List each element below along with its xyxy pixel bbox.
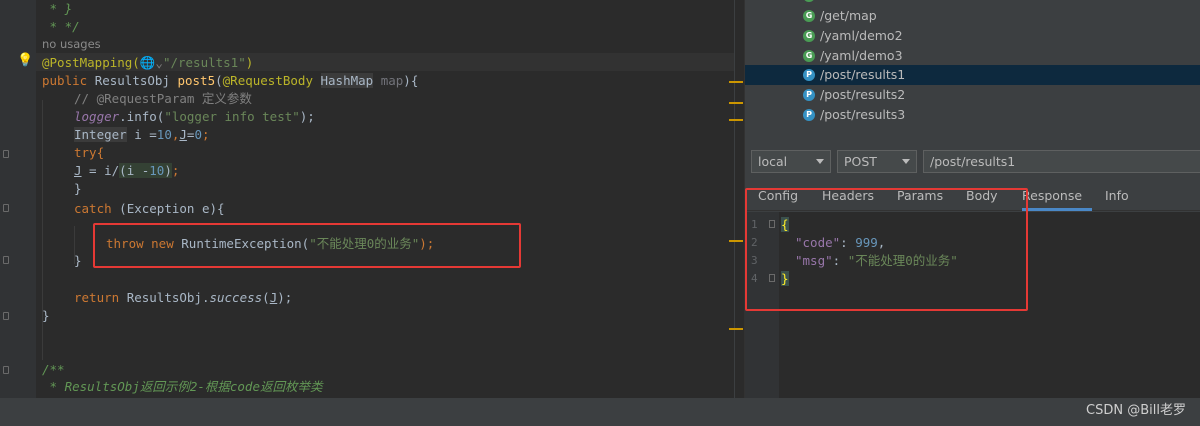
- endpoint-path: /post/results1: [820, 67, 906, 82]
- url-value: /post/results1: [930, 154, 1016, 169]
- url-input[interactable]: /post/results1: [923, 150, 1200, 173]
- tab-info[interactable]: Info: [1105, 183, 1129, 211]
- scroll-mark[interactable]: [729, 102, 743, 104]
- code-line: logger.info("logger info test");: [74, 109, 315, 124]
- method-value: POST: [844, 154, 877, 169]
- code-line: * }: [42, 1, 73, 16]
- code-editor[interactable]: 💡 * } * */ no usages @PostMapping(🌐⌄"/re…: [0, 0, 744, 398]
- fold-marker[interactable]: [3, 256, 9, 264]
- endpoint-item-selected[interactable]: P /post/results1: [745, 65, 1200, 85]
- chevron-down-icon: [816, 159, 824, 164]
- scroll-mark[interactable]: [729, 240, 743, 242]
- globe-icon: 🌐: [139, 55, 156, 70]
- post-method-icon: P: [803, 109, 815, 121]
- post-method-icon: P: [803, 69, 815, 81]
- endpoint-item[interactable]: G /yaml/demo2: [745, 26, 1200, 46]
- watermark: CSDN @Bill老罗: [1086, 403, 1186, 418]
- scroll-mark[interactable]: [729, 328, 743, 330]
- editor-scrollbar[interactable]: [734, 0, 744, 398]
- endpoint-path: /yaml/demo2: [820, 28, 903, 43]
- code-line: }: [74, 181, 82, 196]
- highlight-box: [745, 188, 1028, 311]
- fold-marker[interactable]: [3, 366, 9, 374]
- code-line: return ResultsObj.success(J);: [74, 290, 293, 305]
- endpoint-item[interactable]: P /post/results3: [745, 105, 1200, 125]
- tab-response[interactable]: Response: [1022, 183, 1092, 211]
- code-line: * */: [42, 19, 80, 34]
- highlight-box: [93, 223, 521, 268]
- get-method-icon: G: [803, 30, 815, 42]
- bottom-bar: CSDN @Bill老罗: [0, 398, 1200, 426]
- code-line: J = i/(i -10);: [74, 163, 180, 178]
- code-line: /**: [42, 362, 65, 377]
- endpoint-path: /post/results3: [820, 107, 906, 122]
- code-line: }: [74, 253, 82, 268]
- endpoint-path: /post/results2: [820, 87, 906, 102]
- scroll-mark[interactable]: [729, 81, 743, 83]
- code-line: @PostMapping(🌐⌄"/results1"): [42, 55, 254, 70]
- lightbulb-icon[interactable]: 💡: [17, 53, 33, 68]
- get-method-icon: G: [803, 0, 815, 2]
- get-method-icon: G: [803, 50, 815, 62]
- get-method-icon: G: [803, 10, 815, 22]
- code-line: * ResultsObj返回示例2-根据code返回枚举类: [42, 379, 323, 394]
- code-line: Integer i =10,J=0;: [74, 127, 210, 142]
- fold-marker[interactable]: [3, 312, 9, 320]
- endpoint-item[interactable]: G /yaml/demo3: [745, 46, 1200, 66]
- post-method-icon: P: [803, 89, 815, 101]
- code-line: }: [42, 308, 50, 323]
- code-line: // @RequestParam 定义参数: [74, 91, 252, 106]
- fold-marker[interactable]: [3, 150, 9, 158]
- endpoint-item[interactable]: G /get/map: [745, 6, 1200, 26]
- chevron-down-icon: ⌄: [155, 55, 163, 70]
- environment-select[interactable]: local: [751, 150, 831, 173]
- code-line: try{: [74, 145, 105, 160]
- chevron-down-icon: [902, 159, 910, 164]
- endpoint-path: /get/map: [820, 8, 877, 23]
- endpoint-path: /yaml/demo3: [820, 48, 903, 63]
- scroll-mark[interactable]: [729, 119, 743, 121]
- endpoint-item[interactable]: P /post/results2: [745, 85, 1200, 105]
- code-line: public ResultsObj post5(@RequestBody Has…: [42, 73, 419, 88]
- code-line: catch (Exception e){: [74, 201, 225, 216]
- fold-marker[interactable]: [3, 204, 9, 212]
- restful-tool-panel: G G /get/map G /yaml/demo2 G /yaml/demo3…: [744, 0, 1200, 398]
- horizontal-scrollbar[interactable]: [0, 401, 1200, 411]
- environment-value: local: [758, 154, 788, 169]
- usage-hint[interactable]: no usages: [42, 37, 101, 51]
- method-select[interactable]: POST: [837, 150, 917, 173]
